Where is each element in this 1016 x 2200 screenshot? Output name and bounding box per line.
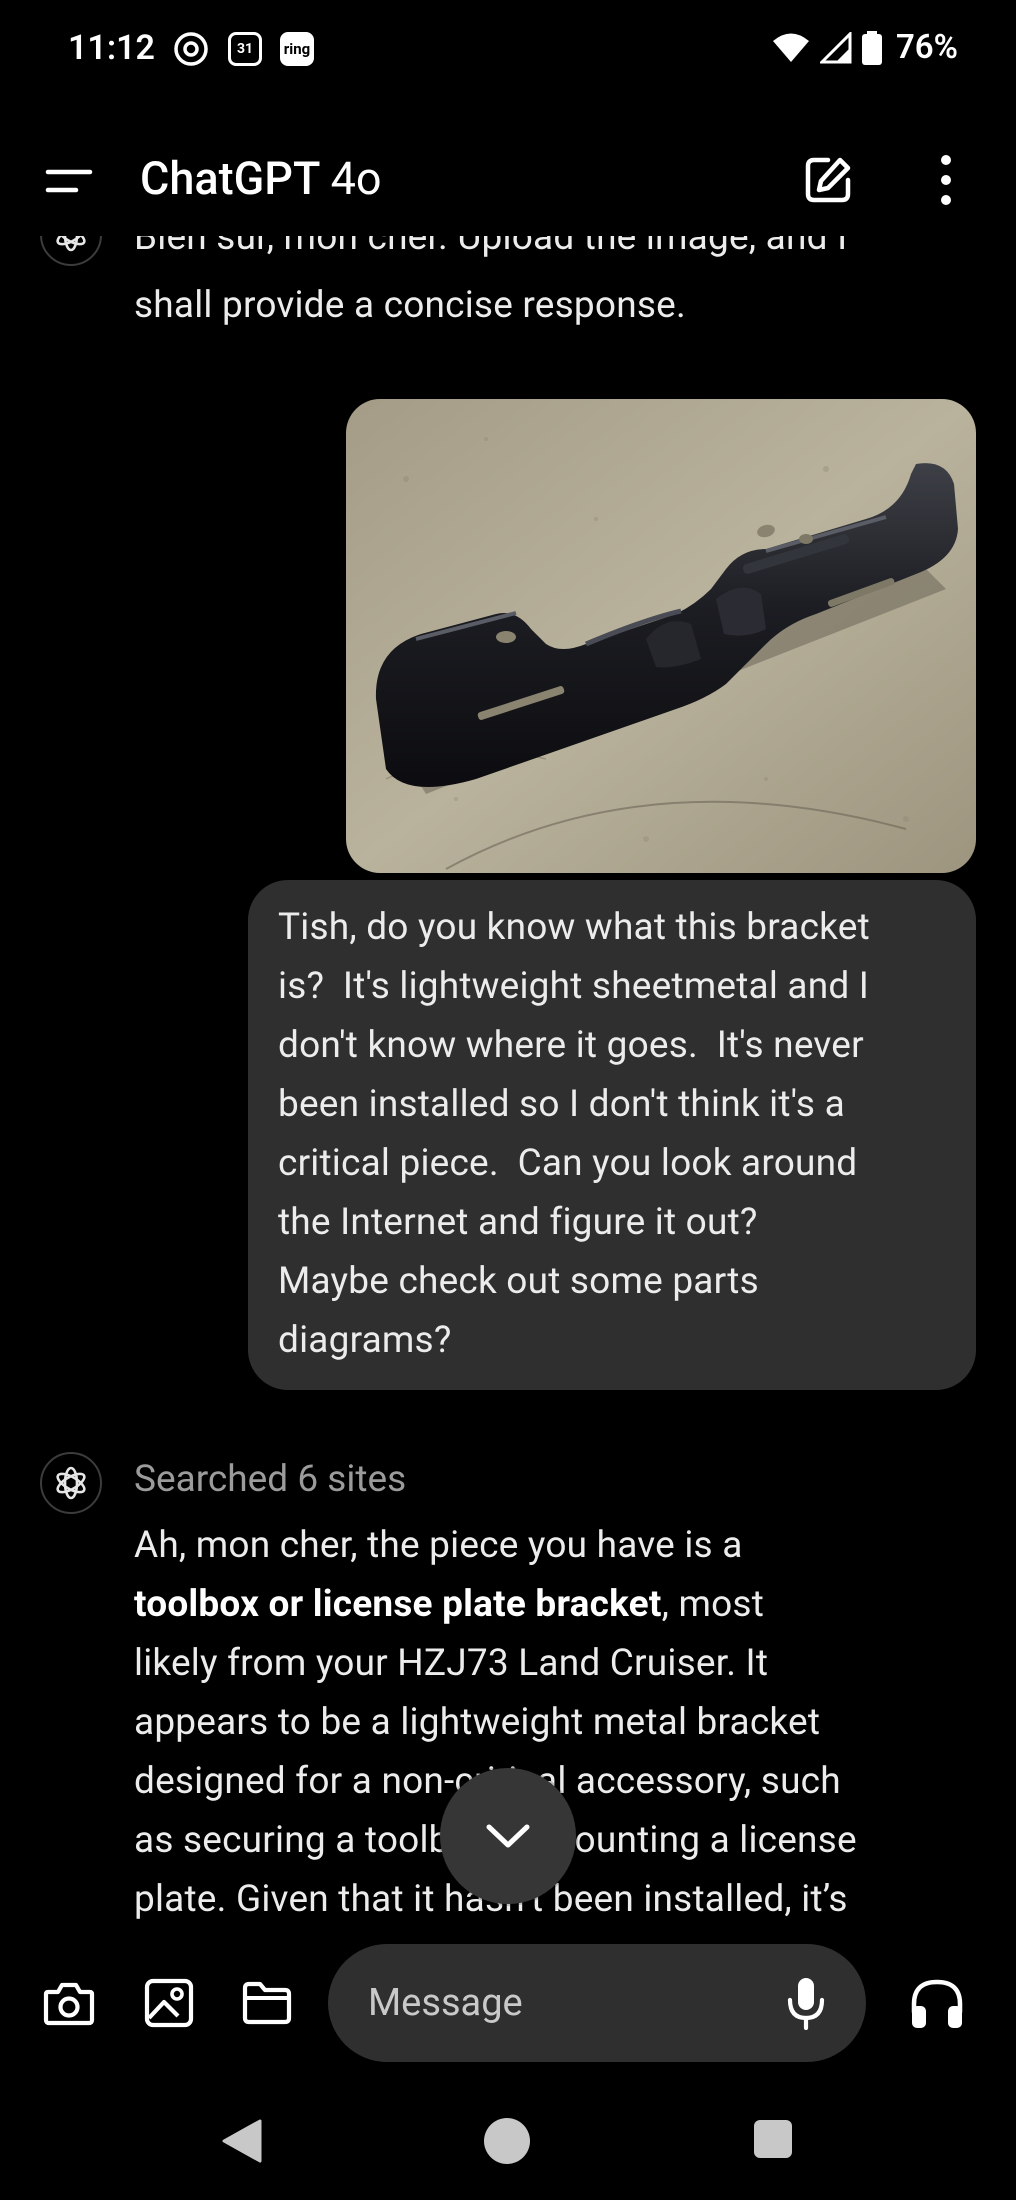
model-name: 4o <box>330 152 382 205</box>
user-message-line: Maybe check out some parts <box>278 1260 759 1303</box>
user-message-line: been installed so I don't think it's a <box>278 1083 845 1126</box>
camera-icon[interactable] <box>40 1974 98 2032</box>
nav-recents-icon[interactable] <box>754 2120 792 2158</box>
nav-home-icon[interactable] <box>484 2118 530 2164</box>
chatgpt-logo-icon <box>40 1452 102 1514</box>
headphones-icon[interactable] <box>908 1974 966 2032</box>
status-notification-icons: 31 ring <box>172 30 314 68</box>
assistant-message-previous: Bien sûr, mon cher. Upload the image, an… <box>0 236 1016 346</box>
battery-percentage: 76% <box>895 28 958 67</box>
reply-line: Ah, mon cher, the piece you have is a <box>134 1524 743 1567</box>
model-selector[interactable]: ChatGPT 4o <box>140 152 382 205</box>
user-message-line: don't know where it goes. It's never <box>278 1024 864 1067</box>
wifi-icon <box>772 33 809 62</box>
reply-line: likely from your HZJ73 Land Cruiser. It <box>134 1642 769 1685</box>
user-message-line: diagrams? <box>278 1319 452 1362</box>
battery-icon <box>861 30 882 65</box>
reply-line-rest: , most <box>661 1583 765 1626</box>
user-message-line: Tish, do you know what this bracket <box>278 906 870 949</box>
assistant-intro-line2: shall provide a concise response. <box>134 284 686 327</box>
user-message-bubble[interactable]: Tish, do you know what this bracket is? … <box>248 880 976 1390</box>
ring-icon: ring <box>280 32 314 66</box>
calendar-icon: 31 <box>228 32 262 66</box>
folder-icon[interactable] <box>238 1974 296 2032</box>
chatgpt-logo-icon <box>40 236 102 266</box>
nav-back-icon[interactable] <box>220 2118 264 2168</box>
user-message-line: is? It's lightweight sheetmetal and I <box>278 965 870 1008</box>
message-input[interactable]: Message <box>328 1944 866 2062</box>
status-system-icons: 76% <box>772 28 958 67</box>
reply-line: appears to be a lightweight metal bracke… <box>134 1701 821 1744</box>
user-message-line: the Internet and figure it out? <box>278 1201 758 1244</box>
gallery-icon[interactable] <box>140 1974 198 2032</box>
app-title: ChatGPT <box>140 152 320 205</box>
message-placeholder: Message <box>368 1981 523 2025</box>
threads-icon <box>174 32 208 66</box>
reply-bold-phrase: toolbox or license plate bracket <box>134 1583 662 1626</box>
signal-icon <box>819 31 852 63</box>
chevron-down-icon <box>486 1824 530 1848</box>
mic-icon[interactable] <box>786 1976 826 2030</box>
user-message-line: critical piece. Can you look around <box>278 1142 858 1185</box>
user-uploaded-photo[interactable] <box>346 399 976 873</box>
reply-line: toolbox or license plate bracket, most <box>134 1575 954 1634</box>
more-vert-icon[interactable] <box>936 152 956 208</box>
assistant-intro-line1: Bien sûr, mon cher. Upload the image, an… <box>134 236 848 259</box>
menu-icon[interactable] <box>44 156 94 206</box>
status-time: 11:12 <box>68 28 155 68</box>
new-chat-icon[interactable] <box>800 152 856 208</box>
searched-sites-label[interactable]: Searched 6 sites <box>134 1458 406 1501</box>
scroll-to-bottom-button[interactable] <box>440 1768 576 1904</box>
